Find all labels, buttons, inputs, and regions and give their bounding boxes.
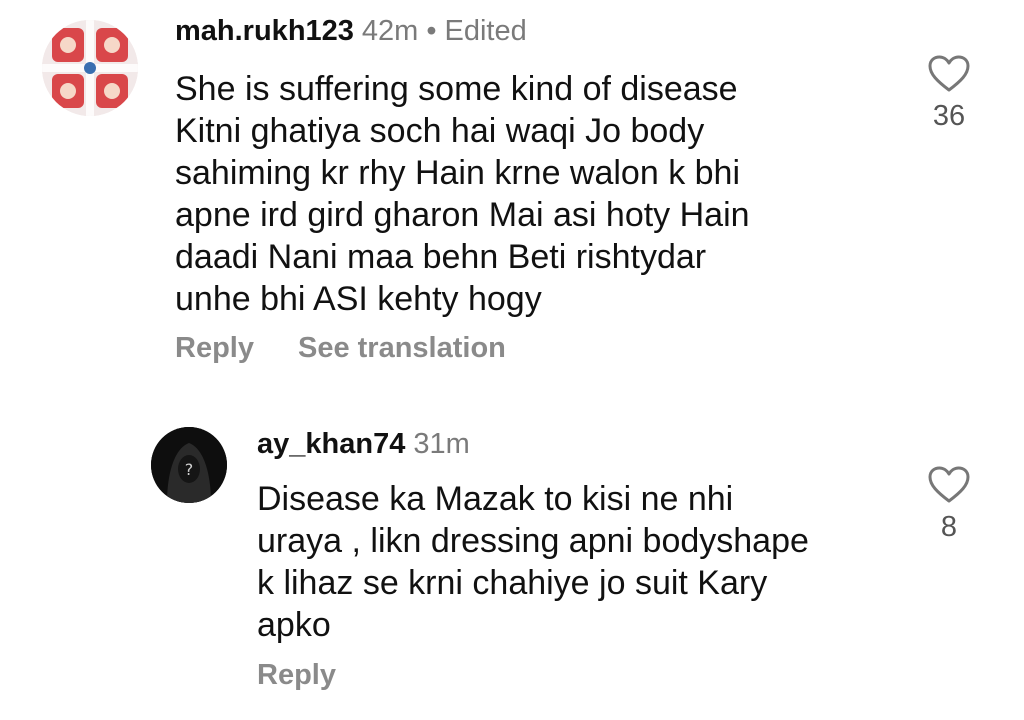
like-count: 8 bbox=[940, 511, 958, 543]
floral-pattern-avatar-icon bbox=[42, 20, 138, 116]
comment-text: She is suffering some kind of disease Ki… bbox=[175, 70, 750, 318]
timestamp: 42m bbox=[361, 15, 419, 47]
username[interactable]: ay_khan74 bbox=[257, 428, 405, 460]
comment-header: ay_khan74 31m bbox=[257, 427, 470, 461]
comment-actions: Reply See translation bbox=[175, 331, 506, 365]
like-control: 8 bbox=[919, 466, 979, 544]
reply-button[interactable]: Reply bbox=[175, 332, 254, 364]
reply-button[interactable]: Reply bbox=[257, 659, 336, 691]
hooded-figure-avatar-icon: ? bbox=[151, 427, 227, 503]
like-control: 36 bbox=[919, 55, 979, 133]
svg-text:?: ? bbox=[185, 460, 194, 479]
comment-text: Disease ka Mazak to kisi ne nhi uraya , … bbox=[257, 480, 809, 644]
separator-dot: • bbox=[426, 15, 437, 47]
heart-outline-icon[interactable] bbox=[919, 466, 979, 504]
user-avatar[interactable]: ? bbox=[151, 427, 227, 503]
heart-outline-icon[interactable] bbox=[919, 55, 979, 93]
comment-actions: Reply bbox=[257, 658, 336, 692]
user-avatar[interactable] bbox=[42, 20, 138, 116]
timestamp: 31m bbox=[413, 428, 470, 460]
like-count: 36 bbox=[932, 100, 966, 132]
comment-header: mah.rukh123 42m • Edited bbox=[175, 14, 527, 48]
username[interactable]: mah.rukh123 bbox=[175, 15, 354, 47]
see-translation-button[interactable]: See translation bbox=[298, 332, 506, 364]
edited-label: Edited bbox=[444, 15, 527, 47]
